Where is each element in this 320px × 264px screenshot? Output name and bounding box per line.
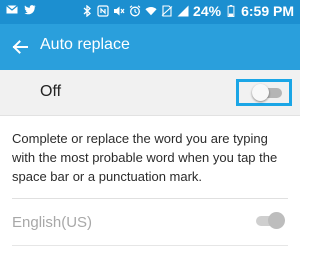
battery-percentage: 24% [193, 3, 222, 19]
english-us-toggle[interactable] [254, 212, 286, 229]
toggle-thumb [268, 212, 285, 229]
mute-icon [114, 6, 125, 16]
twitter-icon [24, 5, 36, 15]
auto-replace-description: Complete or replace the word you are typ… [12, 131, 278, 184]
nfc-icon [97, 5, 109, 17]
bluetooth-icon [83, 5, 92, 17]
toggle-thumb [252, 84, 269, 101]
status-bar: 24% 6:59 PM [0, 0, 300, 24]
back-arrow-icon[interactable] [10, 37, 30, 57]
language-row-english-us[interactable]: English(US) [0, 200, 300, 244]
signal-icon [177, 5, 189, 17]
mail-icon [6, 5, 18, 14]
notification-icons [6, 4, 36, 16]
auto-replace-toggle[interactable] [252, 84, 284, 101]
app-bar: Auto replace [0, 24, 300, 70]
master-switch-row[interactable]: Off [0, 70, 300, 116]
wifi-icon [145, 7, 157, 16]
language-label: English(US) [12, 214, 93, 231]
divider [12, 245, 288, 246]
divider [12, 198, 288, 199]
master-switch-label: Off [40, 83, 62, 100]
page-title: Auto replace [40, 36, 130, 53]
no-sim-icon [161, 5, 173, 17]
system-icons: 24% 6:59 PM [81, 3, 294, 19]
battery-icon [227, 5, 235, 17]
alarm-icon [129, 5, 141, 17]
status-time: 6:59 PM [241, 3, 294, 19]
